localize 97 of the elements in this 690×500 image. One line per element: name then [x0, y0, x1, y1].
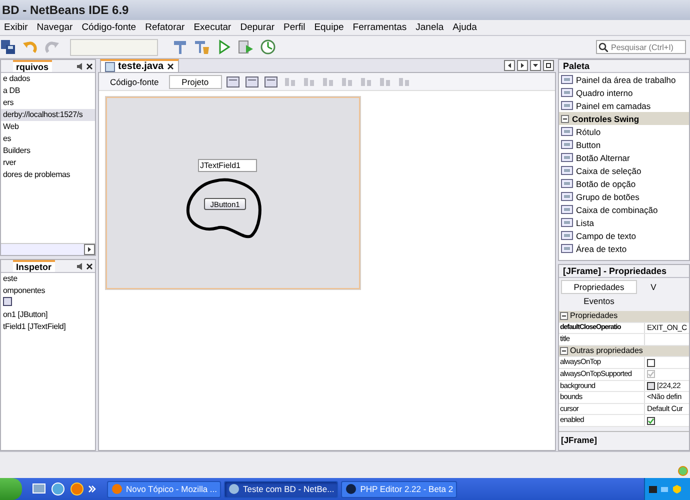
speaker-icon — [76, 62, 83, 70]
app-icon — [228, 483, 240, 495]
menu-item[interactable]: Refatorar — [145, 22, 185, 33]
save-all-icon[interactable] — [0, 39, 16, 55]
checkbox[interactable] — [647, 416, 655, 425]
view-tab[interactable]: Projeto — [168, 74, 222, 88]
component-icon — [561, 152, 573, 164]
properties-tab[interactable]: Eventos — [561, 294, 637, 308]
collapse-icon[interactable] — [560, 312, 568, 320]
maximize-button[interactable] — [543, 60, 554, 71]
debug-icon[interactable] — [238, 39, 254, 55]
network-icon — [660, 484, 670, 494]
checkbox[interactable] — [647, 358, 655, 367]
connection-mode-icon[interactable] — [244, 74, 260, 90]
tree-item[interactable]: ers — [1, 97, 95, 109]
component-icon — [561, 242, 573, 254]
properties-tab[interactable]: Propriedades — [561, 280, 637, 294]
tree-item[interactable]: este — [1, 273, 95, 285]
scroll-right-button[interactable] — [84, 244, 95, 255]
palette-item[interactable]: Grupo de botões — [559, 190, 689, 203]
menu-item[interactable]: Código-fonte — [82, 22, 136, 33]
palette-item[interactable]: Rótulo — [559, 125, 689, 138]
search-field[interactable]: Pesquisar (Ctrl+I) — [596, 40, 686, 54]
menu-item[interactable]: Ferramentas — [352, 22, 407, 33]
scroll-left-button[interactable] — [504, 60, 515, 71]
editor-tab[interactable]: teste.java — [100, 59, 179, 72]
tree-item[interactable]: e dados — [1, 73, 95, 85]
menu-item[interactable]: Navegar — [36, 22, 73, 33]
menu-item[interactable]: Equipe — [314, 22, 344, 33]
shield-icon — [672, 484, 682, 494]
palette-item[interactable]: Button — [559, 138, 689, 151]
menu-item[interactable]: Executar — [194, 22, 232, 33]
taskbar-button[interactable]: Novo Tópico - Mozilla ... — [107, 480, 222, 498]
tree-item[interactable]: omponentes — [1, 285, 95, 297]
palette-item[interactable]: Botão Alternar — [559, 151, 689, 164]
tree-item[interactable]: tField1 [JTextField] — [1, 321, 95, 333]
component-icon — [561, 178, 573, 190]
palette-item[interactable]: Área de texto — [559, 242, 689, 255]
palette-item[interactable]: Caixa de combinação — [559, 203, 689, 216]
tree-item[interactable]: on1 [JButton] — [1, 309, 95, 321]
collapse-icon[interactable] — [561, 114, 569, 122]
start-button[interactable] — [0, 478, 22, 500]
component-icon — [561, 126, 573, 138]
menu-item[interactable]: Depurar — [240, 22, 275, 33]
panel-title: [JFrame] - Propriedades — [563, 266, 667, 276]
app-icon — [345, 483, 358, 495]
dropdown-button[interactable] — [530, 60, 541, 71]
palette-item[interactable]: Painel em camadas — [559, 99, 689, 112]
tree-item[interactable]: a DB — [1, 85, 95, 97]
tree-item[interactable]: dores de problemas — [1, 169, 95, 181]
component-icon — [561, 138, 573, 150]
frame-icon — [3, 297, 12, 306]
menu-item[interactable]: Ajuda — [452, 22, 477, 33]
component-icon — [561, 190, 573, 202]
close-icon[interactable] — [166, 63, 174, 70]
preview-icon[interactable] — [262, 74, 279, 90]
tree-item[interactable]: Web — [1, 121, 95, 133]
palette-item[interactable]: Caixa de seleção — [559, 164, 689, 177]
component-icon — [561, 100, 573, 112]
menu-item[interactable]: Exibir — [4, 22, 28, 33]
close-icon[interactable] — [86, 62, 93, 70]
scroll-right-button[interactable] — [517, 60, 528, 71]
component-icon — [561, 216, 573, 228]
palette-item[interactable]: Botão de opção — [559, 177, 689, 190]
window-title: BD - NetBeans IDE 6.9 — [0, 0, 690, 20]
properties-tab[interactable]: V — [637, 280, 670, 294]
taskbar-button[interactable]: PHP Editor 2.22 - Beta 2 — [341, 480, 458, 498]
panel-tab[interactable]: rquivos — [13, 60, 52, 72]
palette-item[interactable]: Quadro interno — [559, 86, 689, 99]
menu-item[interactable]: Janela — [416, 22, 444, 33]
panel-tab[interactable]: Inspetor — [13, 260, 55, 272]
tree-item[interactable]: es — [1, 133, 95, 145]
component-icon — [561, 230, 573, 242]
tree-item[interactable]: rver — [1, 157, 95, 169]
taskbar-button[interactable]: Teste com BD - NetBe... — [224, 480, 338, 498]
text-field[interactable]: JTextField1 — [198, 159, 257, 172]
speaker-icon — [76, 262, 83, 270]
palette-item[interactable]: Lista — [559, 216, 689, 229]
file-icon — [105, 62, 115, 72]
tree-item[interactable]: Builders — [1, 145, 95, 157]
palette-item[interactable]: Painel da área de trabalho — [559, 73, 689, 86]
app-icon — [111, 483, 123, 495]
monitor-icon — [648, 484, 658, 494]
tree-item[interactable]: derby://localhost:1527/s — [1, 109, 95, 121]
property-description: [JFrame] — [559, 430, 689, 448]
component-icon — [561, 74, 573, 86]
component-icon — [561, 164, 573, 176]
palette-item[interactable]: Campo de texto — [559, 229, 689, 242]
component-icon — [561, 86, 573, 98]
close-icon[interactable] — [86, 262, 93, 270]
collapse-icon[interactable] — [560, 347, 568, 356]
component-icon — [561, 204, 573, 216]
menu-item[interactable]: Perfil — [284, 22, 306, 33]
more-icon[interactable] — [88, 485, 96, 493]
selection-mode-icon[interactable] — [224, 74, 241, 90]
view-tab[interactable]: Código-fonte — [103, 74, 166, 88]
panel-title: Paleta — [563, 61, 590, 71]
